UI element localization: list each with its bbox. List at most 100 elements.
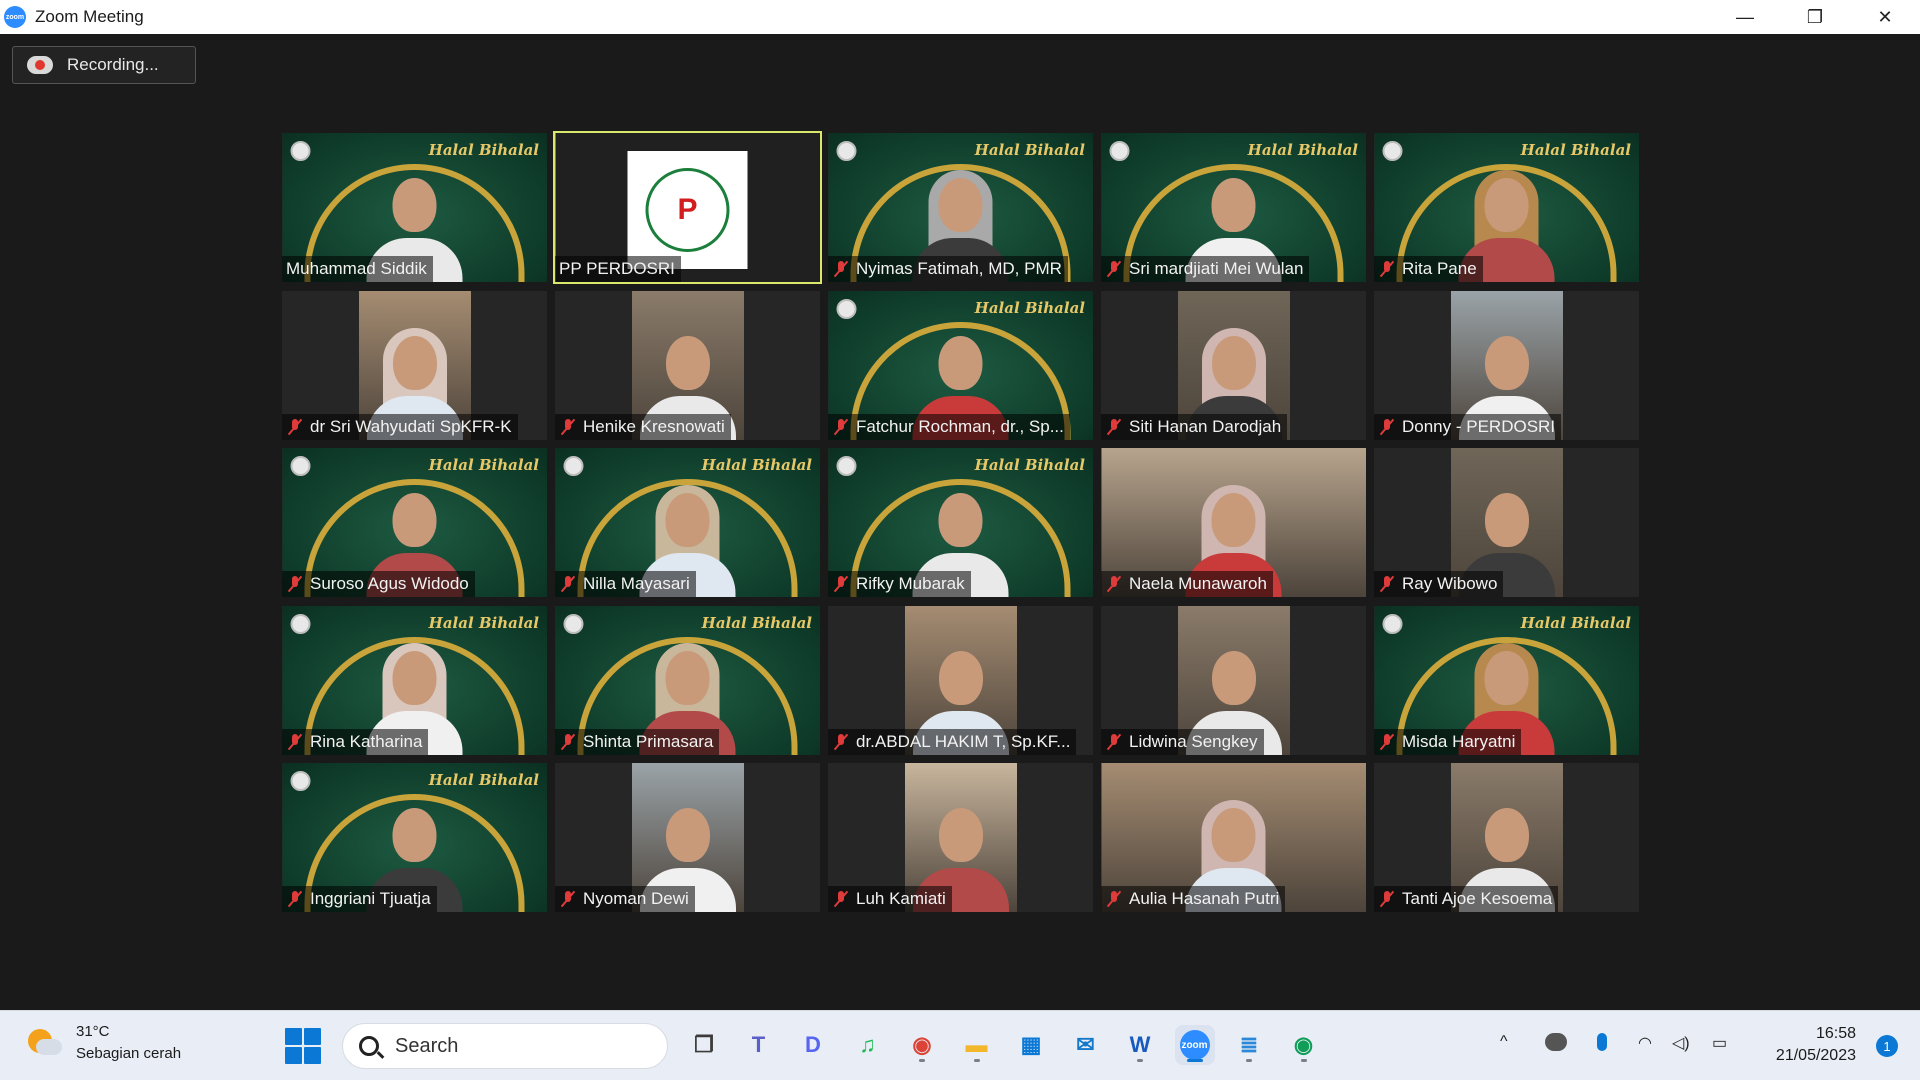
muted-microphone-icon — [286, 418, 304, 436]
muted-microphone-icon — [559, 733, 577, 751]
mail-icon: ✉ — [1076, 1032, 1095, 1057]
halal-bihalal-text: Halal Bihalal — [701, 613, 812, 632]
participant-name: Rita Pane — [1402, 259, 1477, 278]
file-explorer-app-button[interactable]: ▬ — [957, 1025, 997, 1065]
participant-tile[interactable]: Aulia Hasanah Putri — [1101, 763, 1366, 912]
participant-name-bar: Rita Pane — [1374, 256, 1483, 282]
spotify-app-button[interactable]: ♫ — [848, 1025, 888, 1065]
recording-indicator[interactable]: Recording... — [12, 46, 196, 84]
microsoft-store-icon: ▦ — [1020, 1032, 1042, 1057]
running-indicator — [1300, 1059, 1307, 1062]
microsoft-store-app-button[interactable]: ▦ — [1011, 1025, 1051, 1065]
chrome-app-button[interactable]: ◉ — [902, 1025, 942, 1065]
running-indicator — [1246, 1059, 1252, 1062]
participant-name: Muhammad Siddik — [286, 259, 427, 278]
participant-tile[interactable]: Halal Bihalal Inggriani Tjuatja — [282, 763, 547, 912]
participant-name: Nyoman Dewi — [583, 889, 689, 908]
zoom-app-icon: zoom — [4, 6, 26, 28]
participant-tile[interactable]: Halal Bihalal Misda Haryatni — [1374, 605, 1639, 755]
participant-tile[interactable]: Donny - PERDOSRI — [1374, 290, 1639, 440]
notepad-app-button[interactable]: ≣ — [1229, 1025, 1269, 1065]
participant-tile[interactable]: Siti Hanan Darodjah — [1101, 290, 1366, 440]
participant-name-bar: dr.ABDAL HAKIM T, Sp.KF... — [828, 728, 1077, 755]
participant-name: Henike Kresnowati — [583, 416, 725, 436]
muted-microphone-icon — [286, 575, 304, 593]
mail-app-button[interactable]: ✉ — [1066, 1025, 1106, 1065]
start-button[interactable] — [285, 1028, 321, 1064]
participant-tile[interactable]: dr.ABDAL HAKIM T, Sp.KF... — [828, 605, 1093, 755]
seal-icon — [290, 141, 310, 161]
participant-name: Rifky Mubarak — [856, 574, 965, 593]
zoom-app-button[interactable]: zoom — [1174, 1025, 1215, 1065]
task-view-icon: ❐ — [694, 1032, 714, 1057]
participant-name-bar: Nyoman Dewi — [555, 886, 695, 912]
participant-name-bar: Tanti Ajoe Kesoema — [1374, 886, 1559, 912]
chrome-profile-app-button[interactable]: ◉ — [1284, 1025, 1324, 1065]
participant-tile[interactable]: Ray Wibowo — [1374, 448, 1639, 597]
halal-bihalal-text: Halal Bihalal — [974, 298, 1085, 317]
participant-name-bar: Rifky Mubarak — [828, 571, 971, 597]
participant-tile[interactable]: Naela Munawaroh — [1101, 448, 1366, 597]
discord-app-button[interactable]: D — [793, 1025, 833, 1065]
close-button[interactable]: ✕ — [1850, 0, 1920, 34]
participant-tile[interactable]: Halal Bihalal Nilla Mayasari — [555, 448, 820, 597]
seal-icon — [836, 298, 856, 319]
participant-tile[interactable]: Henike Kresnowati — [555, 290, 820, 440]
participant-name: Aulia Hasanah Putri — [1129, 889, 1280, 908]
volume-icon[interactable]: ◁) — [1672, 1033, 1690, 1053]
wifi-icon[interactable]: ◠ — [1638, 1033, 1652, 1053]
muted-microphone-icon — [1378, 575, 1396, 593]
participant-name-bar: Rina Katharina — [282, 728, 429, 755]
participant-name: Donny - PERDOSRI — [1402, 416, 1556, 436]
participant-tile[interactable]: Halal Bihalal Shinta Primasara — [555, 605, 820, 755]
participant-tile[interactable]: Halal Bihalal Fatchur Rochman, dr., Sp... — [828, 290, 1093, 440]
participant-tile[interactable]: Tanti Ajoe Kesoema — [1374, 763, 1639, 912]
participant-tile[interactable]: Halal Bihalal Muhammad Siddik — [282, 133, 547, 282]
participant-tile[interactable]: Halal Bihalal Rifky Mubarak — [828, 448, 1093, 597]
participant-tile[interactable]: Halal Bihalal Rita Pane — [1374, 133, 1639, 282]
participant-tile[interactable]: Halal Bihalal Suroso Agus Widodo — [282, 448, 547, 597]
teams-app-button[interactable]: T — [739, 1025, 779, 1065]
muted-microphone-icon — [832, 260, 850, 278]
participant-name: Tanti Ajoe Kesoema — [1402, 889, 1553, 908]
participant-name: Fatchur Rochman, dr., Sp... — [856, 416, 1064, 436]
participant-tile[interactable]: P PP PERDOSRI — [553, 131, 822, 284]
meeting-area: Recording... Halal Bihalal Muhammad Siddi… — [0, 34, 1920, 1010]
participant-tile[interactable]: Luh Kamiati — [828, 763, 1093, 912]
seal-icon — [563, 456, 583, 476]
seal-icon — [1382, 613, 1402, 634]
halal-bihalal-text: Halal Bihalal — [428, 613, 539, 632]
participant-name: Nyimas Fatimah, MD, PMR — [856, 259, 1062, 278]
notification-badge[interactable]: 1 — [1876, 1035, 1898, 1057]
microphone-icon[interactable] — [1597, 1033, 1607, 1051]
participant-tile[interactable]: dr Sri Wahyudati SpKFR-K — [282, 290, 547, 440]
onedrive-icon[interactable] — [1545, 1033, 1567, 1051]
halal-bihalal-text: Halal Bihalal — [974, 456, 1085, 474]
participant-tile[interactable]: Lidwina Sengkey — [1101, 605, 1366, 755]
seal-icon — [836, 456, 856, 476]
participant-tile[interactable]: Nyoman Dewi — [555, 763, 820, 912]
participant-tile[interactable]: Halal Bihalal Nyimas Fatimah, MD, PMR — [828, 133, 1093, 282]
participant-name: Sri mardjiati Mei Wulan — [1129, 259, 1304, 278]
restore-button[interactable]: ❐ — [1780, 0, 1850, 34]
show-hidden-icons-chevron-icon[interactable]: ^ — [1500, 1033, 1508, 1051]
running-indicator — [1186, 1059, 1203, 1062]
minimize-button[interactable]: — — [1710, 0, 1780, 34]
participant-tile[interactable]: Halal Bihalal Sri mardjiati Mei Wulan — [1101, 133, 1366, 282]
muted-microphone-icon — [559, 575, 577, 593]
weather-widget[interactable]: 31°C Sebagian cerah — [26, 1021, 181, 1065]
clock[interactable]: 16:58 21/05/2023 — [1776, 1023, 1856, 1067]
participant-tile[interactable]: Halal Bihalal Rina Katharina — [282, 605, 547, 755]
recording-cloud-icon — [27, 56, 53, 74]
taskbar-search[interactable]: Search — [342, 1023, 668, 1069]
running-indicator — [973, 1059, 980, 1062]
task-view-app-button[interactable]: ❐ — [684, 1025, 724, 1065]
word-app-button[interactable]: W — [1120, 1025, 1160, 1065]
participant-name: Siti Hanan Darodjah — [1129, 416, 1282, 436]
zoom-icon: zoom — [1179, 1030, 1210, 1060]
halal-bihalal-text: Halal Bihalal — [428, 141, 539, 159]
clock-date: 21/05/2023 — [1775, 1047, 1856, 1064]
participant-name: dr.ABDAL HAKIM T, Sp.KF... — [856, 731, 1071, 751]
battery-icon[interactable]: ▭ — [1712, 1033, 1727, 1053]
halal-bihalal-text: Halal Bihalal — [428, 456, 539, 474]
